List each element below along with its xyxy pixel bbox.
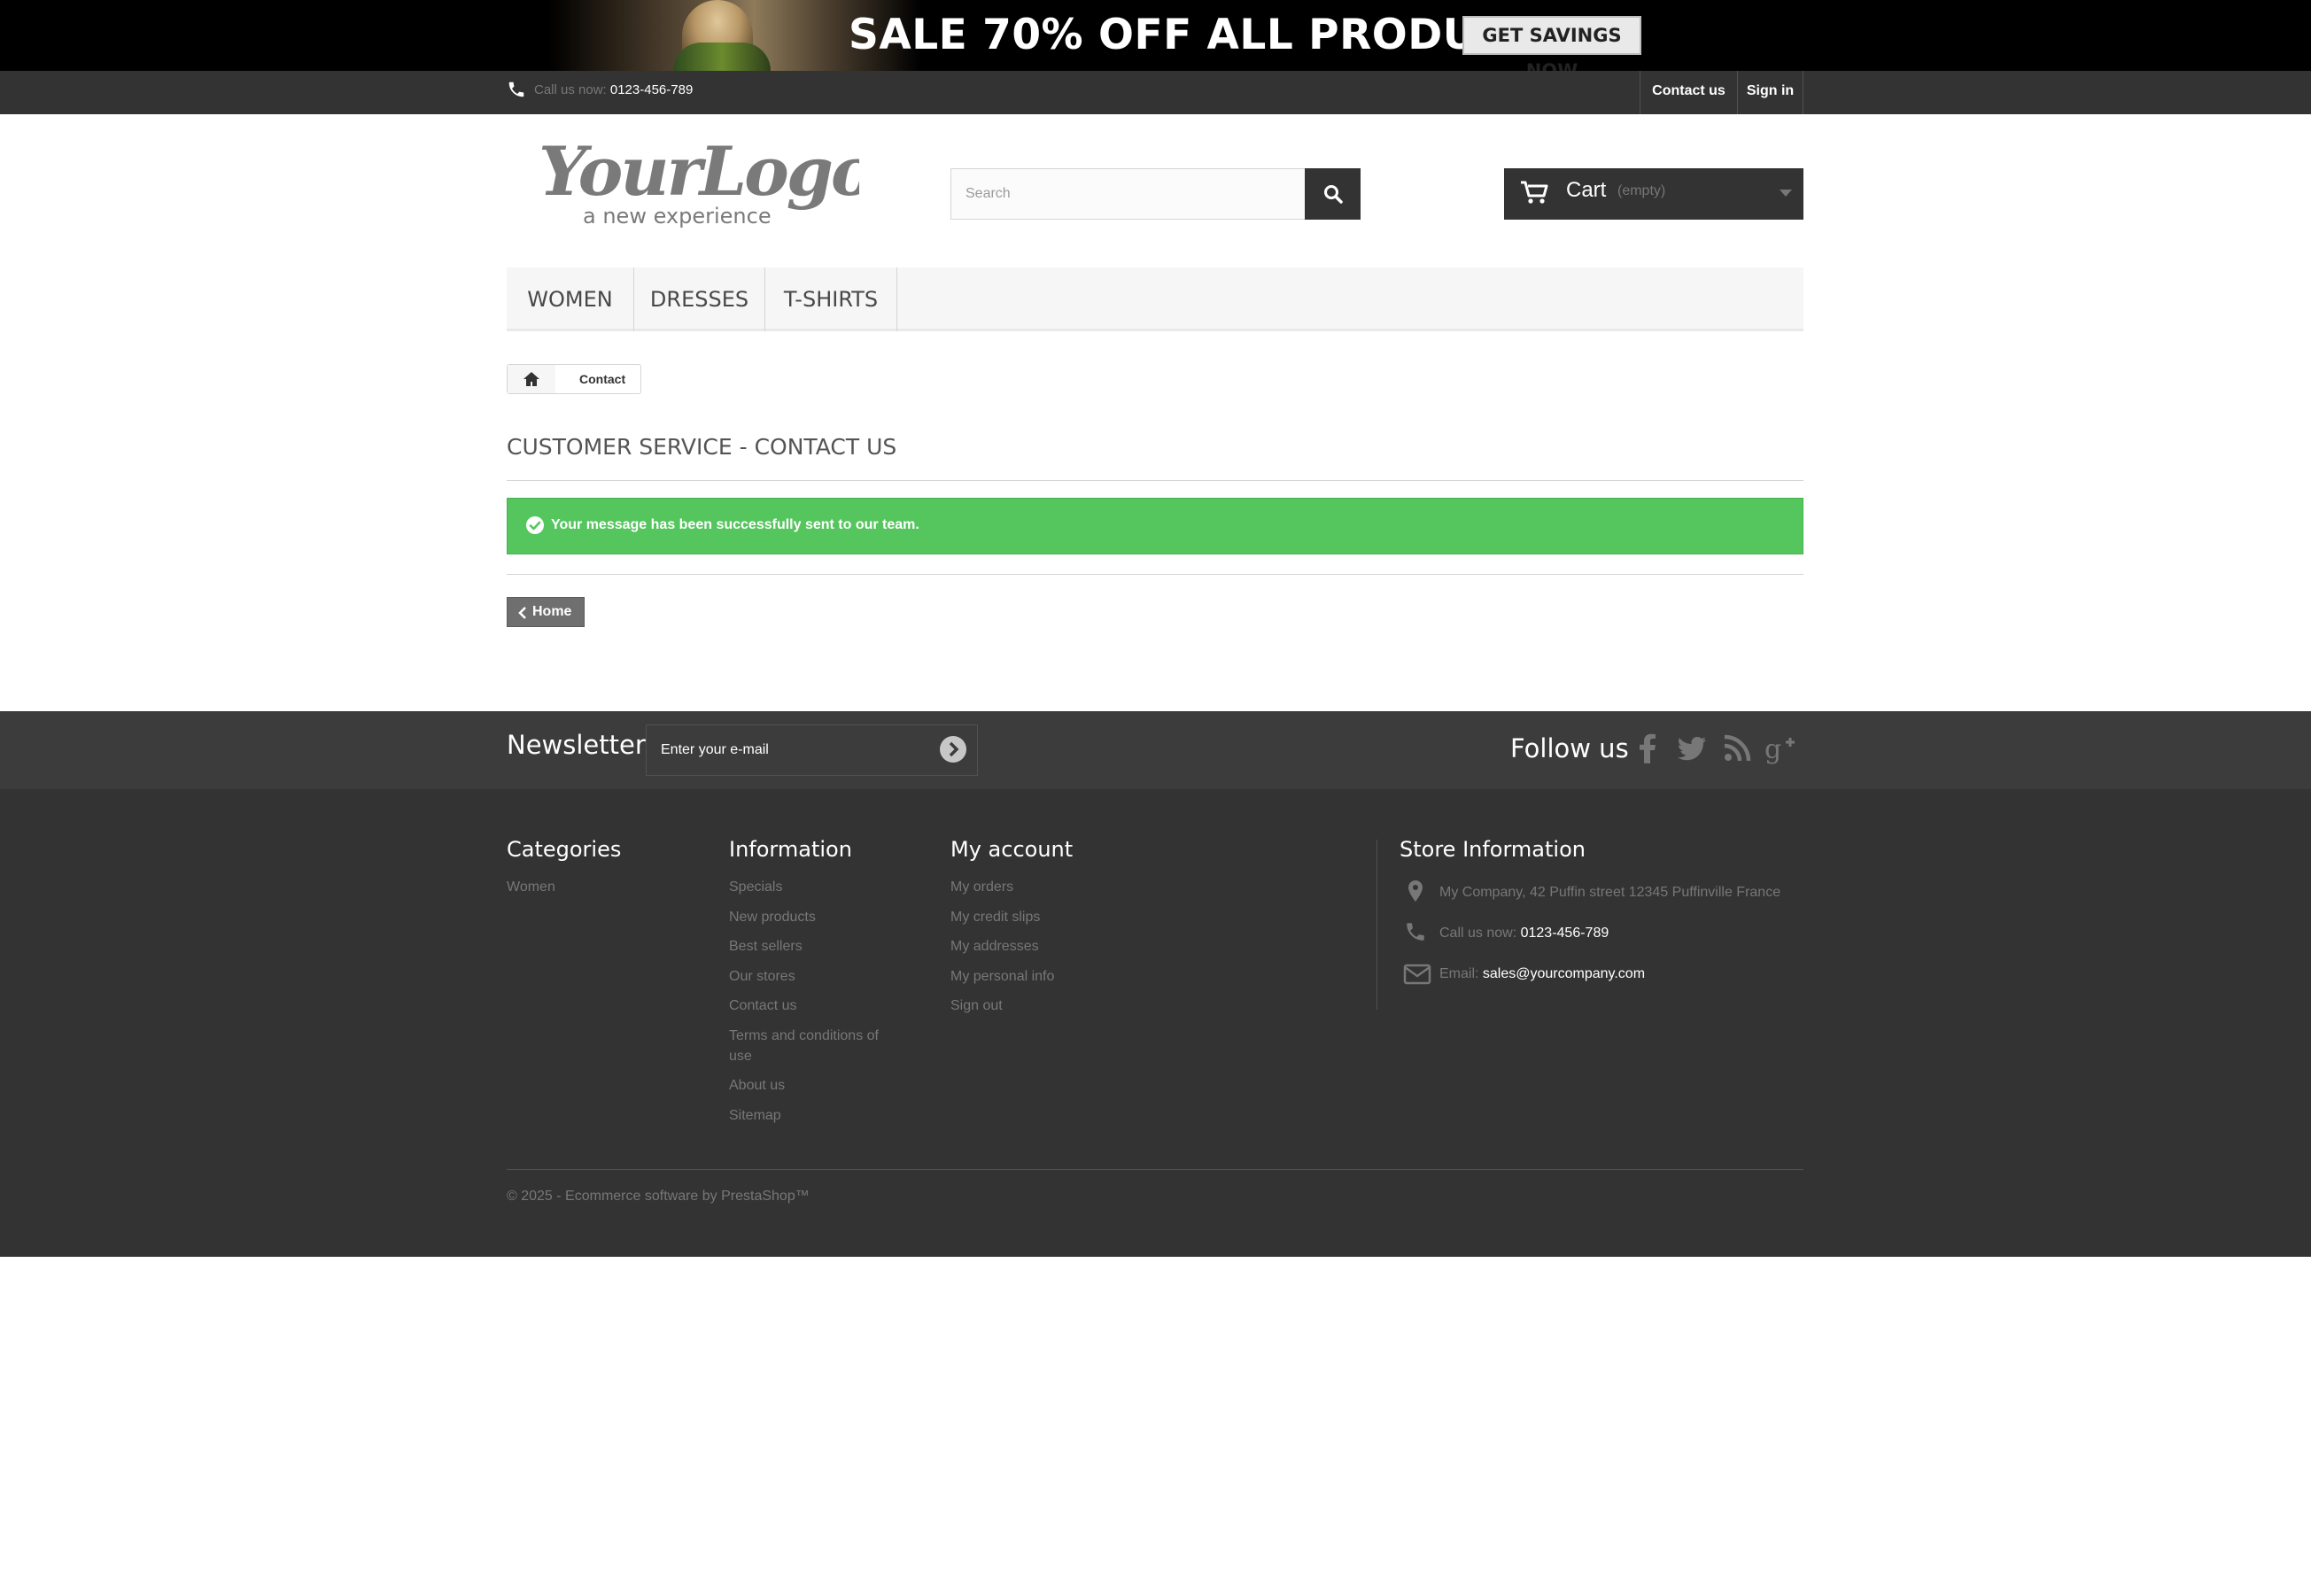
footer-link-women[interactable]: Women [507, 878, 555, 897]
newsletter-title: Newsletter [507, 730, 646, 760]
facebook-icon[interactable] [1632, 732, 1665, 765]
footer-information-title: Information [729, 837, 852, 862]
menu-item-women[interactable]: Women [507, 267, 634, 331]
store-phone: Call us now: 0123-456-789 [1439, 926, 1609, 941]
call-us-label: Call us now: [534, 82, 607, 97]
cart-status: (empty) [1617, 183, 1666, 198]
footer-link-our-stores[interactable]: Our stores [729, 967, 795, 987]
newsletter-bar [0, 711, 2311, 789]
copyright: © 2025 - Ecommerce software by PrestaSho… [507, 1189, 810, 1204]
chevron-left-icon [518, 607, 526, 619]
newsletter-submit-icon[interactable] [939, 735, 967, 763]
store-email-address[interactable]: sales@yourcompany.com [1483, 966, 1645, 981]
svg-text:a new experience: a new experience [583, 204, 772, 229]
svg-text:g: g [1764, 734, 1781, 765]
breadcrumb-separator [542, 365, 556, 393]
footer-my-account-title: My account [950, 837, 1074, 862]
search-button[interactable] [1305, 168, 1361, 220]
footer-divider [507, 1169, 1803, 1170]
footer-link-contact-us[interactable]: Contact us [729, 996, 796, 1016]
breadcrumb-current: Contact [579, 372, 626, 386]
store-address: My Company, 42 Puffin street 12345 Puffi… [1439, 885, 1781, 900]
footer [0, 789, 2311, 1257]
search-icon [1324, 185, 1343, 204]
chevron-down-icon [1780, 190, 1792, 197]
call-us-phone: 0123-456-789 [609, 82, 694, 97]
store-logo[interactable]: YourLogo a new experience [531, 133, 859, 239]
svg-text:YourLogo: YourLogo [539, 133, 859, 211]
follow-us-title: Follow us [1510, 733, 1629, 763]
divider [507, 574, 1803, 575]
search-input[interactable]: Search [950, 168, 1307, 220]
store-email: Email: sales@yourcompany.com [1439, 966, 1645, 982]
twitter-icon[interactable] [1675, 732, 1709, 765]
footer-link-my-credit-slips[interactable]: My credit slips [950, 908, 1040, 927]
map-marker-icon [1408, 880, 1423, 902]
page-title: Customer service - Contact us [507, 434, 897, 460]
newsletter-email-input[interactable]: Enter your e-mail [646, 724, 978, 776]
footer-link-specials[interactable]: Specials [729, 878, 782, 897]
back-home-label: Home [532, 604, 572, 619]
footer-link-my-orders[interactable]: My orders [950, 878, 1013, 897]
contact-us-link[interactable]: Contact us [1640, 71, 1737, 114]
get-savings-button[interactable]: GET SAVINGS NOW [1462, 16, 1641, 81]
store-call-label: Call us now: [1439, 926, 1517, 941]
cart-label: Cart [1566, 178, 1607, 202]
call-us-text: Call us now: 0123-456-789 [534, 82, 693, 97]
footer-categories-title: Categories [507, 837, 622, 862]
menu-item-dresses[interactable]: Dresses [634, 267, 765, 331]
envelope-icon [1403, 964, 1431, 985]
phone-icon [1407, 923, 1424, 941]
cart-icon [1521, 181, 1548, 204]
store-information-title: Store Information [1400, 837, 1586, 862]
footer-link-about-us[interactable]: About us [729, 1076, 785, 1096]
banner-headline: SALE 70% OFF ALL PRODUCTS [849, 11, 1568, 59]
store-phone-number: 0123-456-789 [1520, 926, 1609, 941]
footer-link-terms-cont[interactable]: use [729, 1047, 752, 1066]
footer-link-sign-out[interactable]: Sign out [950, 996, 1003, 1016]
top-navbar [0, 71, 2311, 114]
check-circle-icon [526, 516, 544, 534]
footer-link-my-personal-info[interactable]: My personal info [950, 967, 1054, 987]
store-email-label: Email: [1439, 966, 1479, 981]
phone-icon [508, 81, 524, 97]
rss-icon[interactable] [1720, 732, 1754, 765]
footer-link-sitemap[interactable]: Sitemap [729, 1106, 781, 1126]
footer-link-terms[interactable]: Terms and conditions of [729, 1027, 879, 1046]
sign-in-link[interactable]: Sign in [1737, 71, 1803, 114]
back-home-button[interactable]: Home [507, 597, 585, 627]
google-plus-icon[interactable]: g [1764, 732, 1797, 765]
footer-link-new-products[interactable]: New products [729, 908, 816, 927]
success-alert-text: Your message has been successfully sent … [551, 517, 919, 532]
footer-link-my-addresses[interactable]: My addresses [950, 937, 1039, 957]
menu-item-t-shirts[interactable]: T-shirts [765, 267, 897, 331]
footer-link-best-sellers[interactable]: Best sellers [729, 937, 803, 957]
home-icon [523, 372, 539, 386]
divider [507, 480, 1803, 481]
